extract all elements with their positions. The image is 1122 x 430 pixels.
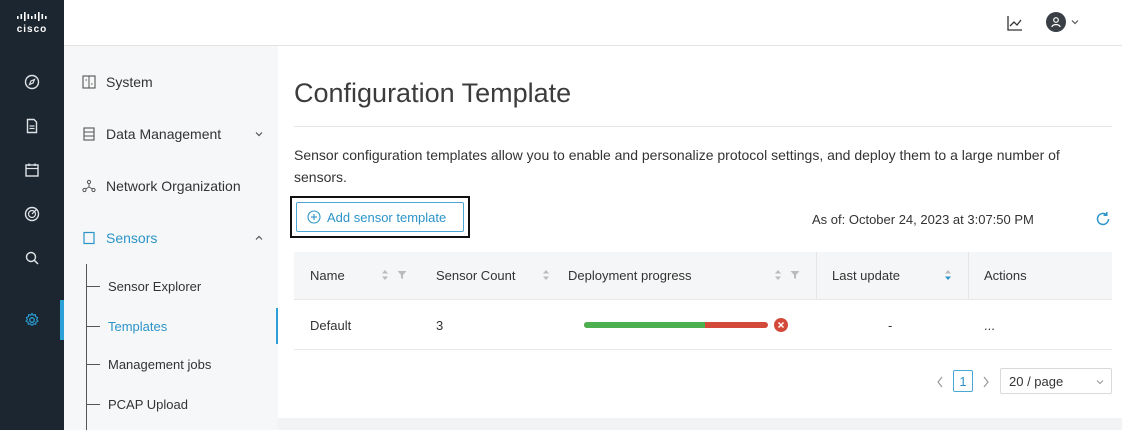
column-separator (816, 252, 817, 300)
chart-icon[interactable] (1006, 14, 1024, 32)
nav-item-sensors[interactable]: Sensors (64, 218, 278, 258)
chevron-down-icon (255, 132, 263, 137)
app-rail: cisco (0, 0, 64, 430)
as-of-timestamp: As of: October 24, 2023 at 3:07:50 PM (812, 212, 1034, 227)
plus-circle-icon (307, 210, 321, 224)
column-header-last-update[interactable]: Last update (832, 268, 900, 283)
page-title: Configuration Template (294, 78, 572, 108)
column-separator (968, 252, 969, 300)
page-description: Sensor configuration templates allow you… (294, 147, 1060, 185)
deployment-progress-bar (584, 322, 768, 328)
sub-item-label: Management jobs (108, 356, 212, 372)
calendar-icon (25, 163, 39, 177)
cisco-logo[interactable]: cisco (0, 0, 64, 46)
chevron-down-icon (1096, 380, 1104, 385)
nav-item-label: System (106, 74, 153, 90)
rail-calendar[interactable] (0, 150, 64, 190)
section-nav: System Data Management Network Organizat… (64, 46, 278, 430)
cell-name: Default (310, 318, 352, 333)
column-header-sensor-count[interactable]: Sensor Count (436, 268, 516, 283)
sub-item-pcap-upload[interactable]: PCAP Upload (86, 386, 188, 422)
sub-item-sensor-explorer[interactable]: Sensor Explorer (86, 268, 201, 304)
nav-item-label: Network Organization (106, 178, 241, 194)
top-header (64, 0, 1122, 46)
nav-item-label: Data Management (106, 126, 222, 142)
actions-menu[interactable]: ... (984, 318, 995, 333)
sub-item-label: Templates (108, 318, 168, 334)
chevron-left-icon[interactable] (935, 375, 945, 389)
target-icon (24, 206, 40, 222)
chevron-up-icon (255, 235, 263, 240)
rail-settings[interactable] (0, 300, 64, 340)
title-divider (294, 126, 1112, 127)
main-content: Configuration Template Sensor configurat… (278, 46, 1122, 430)
system-icon (82, 75, 96, 89)
sort-icon[interactable] (774, 269, 782, 281)
nav-item-data-management[interactable]: Data Management (64, 114, 278, 154)
column-header-actions: Actions (984, 268, 1027, 283)
square-icon (82, 231, 96, 245)
footer-band (278, 418, 1122, 430)
deployment-success-segment (584, 322, 706, 328)
compass-icon (24, 74, 40, 90)
nav-item-network-organization[interactable]: Network Organization (64, 166, 278, 206)
filter-icon[interactable] (790, 270, 800, 280)
rail-compass[interactable] (0, 62, 64, 102)
add-sensor-template-button[interactable]: Add sensor template (296, 202, 464, 232)
page-number-current[interactable]: 1 (953, 370, 973, 392)
page-size-value: 20 / page (1009, 373, 1064, 389)
search-icon (25, 251, 39, 265)
nav-item-label: Sensors (106, 230, 158, 246)
sort-icon[interactable] (542, 269, 550, 281)
column-header-name[interactable]: Name (310, 268, 345, 283)
user-avatar-icon (1051, 17, 1061, 28)
sort-icon[interactable] (944, 269, 952, 281)
network-icon (82, 179, 96, 193)
cell-last-update: - (888, 318, 893, 333)
sub-item-templates[interactable]: Templates (86, 308, 167, 344)
rail-documents[interactable] (0, 106, 64, 146)
gear-icon (25, 312, 39, 327)
add-sensor-template-label: Add sensor template (327, 209, 447, 225)
table-header: Name Sensor Count Deployment progress La… (294, 252, 1112, 300)
refresh-icon[interactable] (1094, 210, 1112, 228)
chevron-down-icon[interactable] (1070, 17, 1080, 27)
sub-item-management-jobs[interactable]: Management jobs (86, 346, 211, 382)
sub-item-label: PCAP Upload (108, 396, 188, 412)
database-icon (82, 127, 96, 141)
error-icon (774, 318, 788, 332)
cisco-logo-text: cisco (16, 23, 48, 35)
column-header-deployment-progress[interactable]: Deployment progress (568, 268, 692, 283)
page-size-select[interactable]: 20 / page (1000, 368, 1112, 394)
user-avatar[interactable] (1046, 12, 1066, 32)
rail-target[interactable] (0, 194, 64, 234)
sub-item-label: Sensor Explorer (108, 278, 202, 294)
cisco-logo-bars (17, 11, 47, 23)
chevron-right-icon[interactable] (981, 375, 991, 389)
table-row[interactable]: Default 3 - ... (294, 300, 1112, 350)
nav-item-system[interactable]: System (64, 62, 278, 102)
filter-icon[interactable] (397, 270, 407, 280)
cell-sensor-count: 3 (436, 318, 444, 333)
rail-search[interactable] (0, 238, 64, 278)
document-icon (26, 118, 38, 134)
pagination: 1 20 / page (278, 368, 1112, 398)
sort-icon[interactable] (381, 269, 389, 281)
